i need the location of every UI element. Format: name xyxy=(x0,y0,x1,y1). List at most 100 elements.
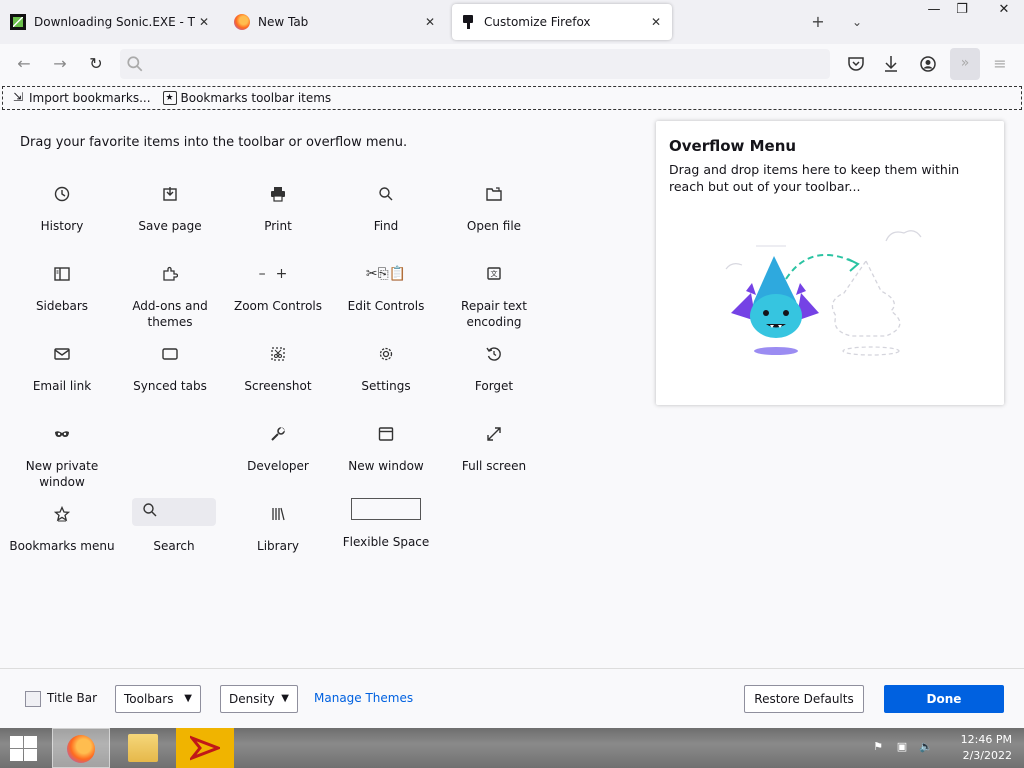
tab-title: New Tab xyxy=(258,15,309,29)
restore-defaults-button[interactable]: Restore Defaults xyxy=(744,685,864,713)
tab-strip: Downloading Sonic.EXE - The G ✕ New Tab … xyxy=(0,0,1024,44)
chevron-down-icon: ▼ xyxy=(184,693,192,704)
close-tab-icon[interactable]: ✕ xyxy=(422,15,438,29)
paintbrush-favicon-icon xyxy=(460,14,476,30)
network-icon[interactable]: ▣ xyxy=(894,740,910,756)
windows-start-icon[interactable] xyxy=(8,734,38,762)
windows-taskbar: ⚑ ▣ 🔈 12:46 PM 2/3/2022 xyxy=(0,728,1024,768)
window-icon xyxy=(332,422,440,446)
red-arrow-icon xyxy=(187,734,223,762)
chevron-down-icon: ▼ xyxy=(281,693,289,704)
palette-item-settings[interactable]: Settings xyxy=(332,342,440,394)
search-placeholder xyxy=(132,498,216,526)
toolbars-dropdown[interactable]: Toolbars ▼ xyxy=(115,685,201,713)
zoom-controls-icon: –+ xyxy=(258,266,298,282)
palette-item-flexible-space[interactable]: Flexible Space xyxy=(332,498,440,550)
sidebar-icon xyxy=(8,262,116,286)
new-tab-plus-icon[interactable]: + xyxy=(806,10,830,34)
bookmarks-toolbar-items-label: Bookmarks toolbar items xyxy=(180,91,332,105)
downloads-icon[interactable] xyxy=(883,55,899,73)
taskbar-file-explorer[interactable] xyxy=(114,728,172,768)
tab-new-tab[interactable]: New Tab ✕ xyxy=(226,4,446,40)
palette-item-forget[interactable]: Forget xyxy=(440,342,548,394)
mask-icon xyxy=(8,422,116,446)
account-icon[interactable] xyxy=(920,56,936,72)
palette-item-history[interactable]: History xyxy=(8,182,116,234)
star-icon xyxy=(8,502,116,526)
manage-themes-link[interactable]: Manage Themes xyxy=(314,691,413,705)
palette-item-developer[interactable]: Developer xyxy=(224,422,332,474)
close-window-icon[interactable]: ✕ xyxy=(988,0,1020,22)
wrench-icon xyxy=(224,422,332,446)
palette-item-library[interactable]: Library xyxy=(224,502,332,554)
palette-item-new-private-window[interactable]: New private window xyxy=(8,422,116,490)
palette-item-find[interactable]: Find xyxy=(332,182,440,234)
printer-icon xyxy=(224,182,332,206)
palette-item-email-link[interactable]: Email link xyxy=(8,342,116,394)
navigation-toolbar: ← → ↻ » ≡ xyxy=(0,44,1024,84)
save-page-icon xyxy=(116,182,224,206)
palette-item-zoom-controls[interactable]: –+ Zoom Controls xyxy=(224,262,332,314)
magnifier-icon xyxy=(332,182,440,206)
list-all-tabs-chevron-icon[interactable]: ⌄ xyxy=(845,10,869,34)
palette-heading: Drag your favorite items into the toolba… xyxy=(20,135,408,150)
tab-sonic-download[interactable]: Downloading Sonic.EXE - The G ✕ xyxy=(2,4,220,40)
volume-muted-icon[interactable]: 🔈 xyxy=(918,740,934,756)
customize-footer: Title Bar Toolbars ▼ Density ▼ Manage Th… xyxy=(0,668,1024,728)
palette-item-repair-text-encoding[interactable]: 文 Repair text encoding xyxy=(440,262,548,330)
system-tray: ⚑ ▣ 🔈 xyxy=(870,740,950,756)
palette-item-synced-tabs[interactable]: Synced tabs xyxy=(116,342,224,394)
clock-icon xyxy=(8,182,116,206)
palette-item-screenshot[interactable]: Screenshot xyxy=(224,342,332,394)
library-icon xyxy=(224,502,332,526)
done-button[interactable]: Done xyxy=(884,685,1004,713)
screenshot-icon xyxy=(224,342,332,366)
forward-arrow-icon[interactable]: → xyxy=(48,52,72,76)
palette-item-add-ons-and-themes[interactable]: Add-ons and themes xyxy=(116,262,224,330)
firefox-icon xyxy=(67,735,95,763)
palette-item-bookmarks-menu[interactable]: Bookmarks menu xyxy=(8,502,116,554)
import-icon: ⇲ xyxy=(12,90,24,104)
sonic-favicon-icon xyxy=(10,14,26,30)
close-tab-icon[interactable]: ✕ xyxy=(648,15,664,29)
close-tab-icon[interactable]: ✕ xyxy=(196,15,212,29)
overflow-menu-title: Overflow Menu xyxy=(669,137,797,155)
palette-item-sidebars[interactable]: Sidebars xyxy=(8,262,116,314)
palette-item-save-page[interactable]: Save page xyxy=(116,182,224,234)
taskbar-firefox[interactable] xyxy=(52,728,110,768)
tab-customize-firefox[interactable]: Customize Firefox ✕ xyxy=(452,4,672,40)
search-icon xyxy=(142,502,158,521)
palette-item-full-screen[interactable]: Full screen xyxy=(440,422,548,474)
taskbar-app-arrow[interactable] xyxy=(176,728,234,768)
reload-icon[interactable]: ↻ xyxy=(84,52,108,76)
action-center-flag-icon[interactable]: ⚑ xyxy=(870,740,886,756)
palette-item-edit-controls[interactable]: ✂⎘📋 Edit Controls xyxy=(332,262,440,314)
palette-item-open-file[interactable]: Open file xyxy=(440,182,548,234)
hamburger-menu-icon[interactable]: ≡ xyxy=(988,52,1012,76)
palette-item-search[interactable]: Search xyxy=(120,498,228,554)
flexible-space-icon xyxy=(351,498,421,520)
pocket-icon[interactable] xyxy=(847,56,865,72)
import-bookmarks-button[interactable]: ⇲ Import bookmarks... xyxy=(11,91,151,105)
puzzle-icon xyxy=(116,262,224,286)
back-arrow-icon[interactable]: ← xyxy=(12,52,36,76)
search-icon xyxy=(127,56,143,72)
palette-item-new-window[interactable]: New window xyxy=(332,422,440,474)
bookmarks-toolbar-items[interactable]: ★ Bookmarks toolbar items xyxy=(162,91,332,105)
taskbar-clock[interactable]: 12:46 PM 2/3/2022 xyxy=(952,732,1012,764)
palette-item-print[interactable]: Print xyxy=(224,182,332,234)
gear-icon xyxy=(332,342,440,366)
fullscreen-icon xyxy=(440,422,548,446)
overflow-chevron-icon[interactable]: » xyxy=(950,48,980,80)
tab-title: Downloading Sonic.EXE - The G xyxy=(34,15,196,29)
dragon-illustration-icon xyxy=(725,230,922,356)
density-dropdown[interactable]: Density ▼ xyxy=(220,685,298,713)
title-bar-checkbox[interactable] xyxy=(25,691,41,707)
restore-window-icon[interactable]: ❐ xyxy=(946,0,978,22)
folder-icon xyxy=(128,734,158,762)
toolbars-dropdown-label: Toolbars xyxy=(124,692,174,706)
edit-controls-icon: ✂⎘📋 xyxy=(365,266,407,282)
clock-time: 12:46 PM xyxy=(960,733,1012,746)
url-bar[interactable] xyxy=(120,49,830,79)
title-bar-label: Title Bar xyxy=(47,691,98,705)
